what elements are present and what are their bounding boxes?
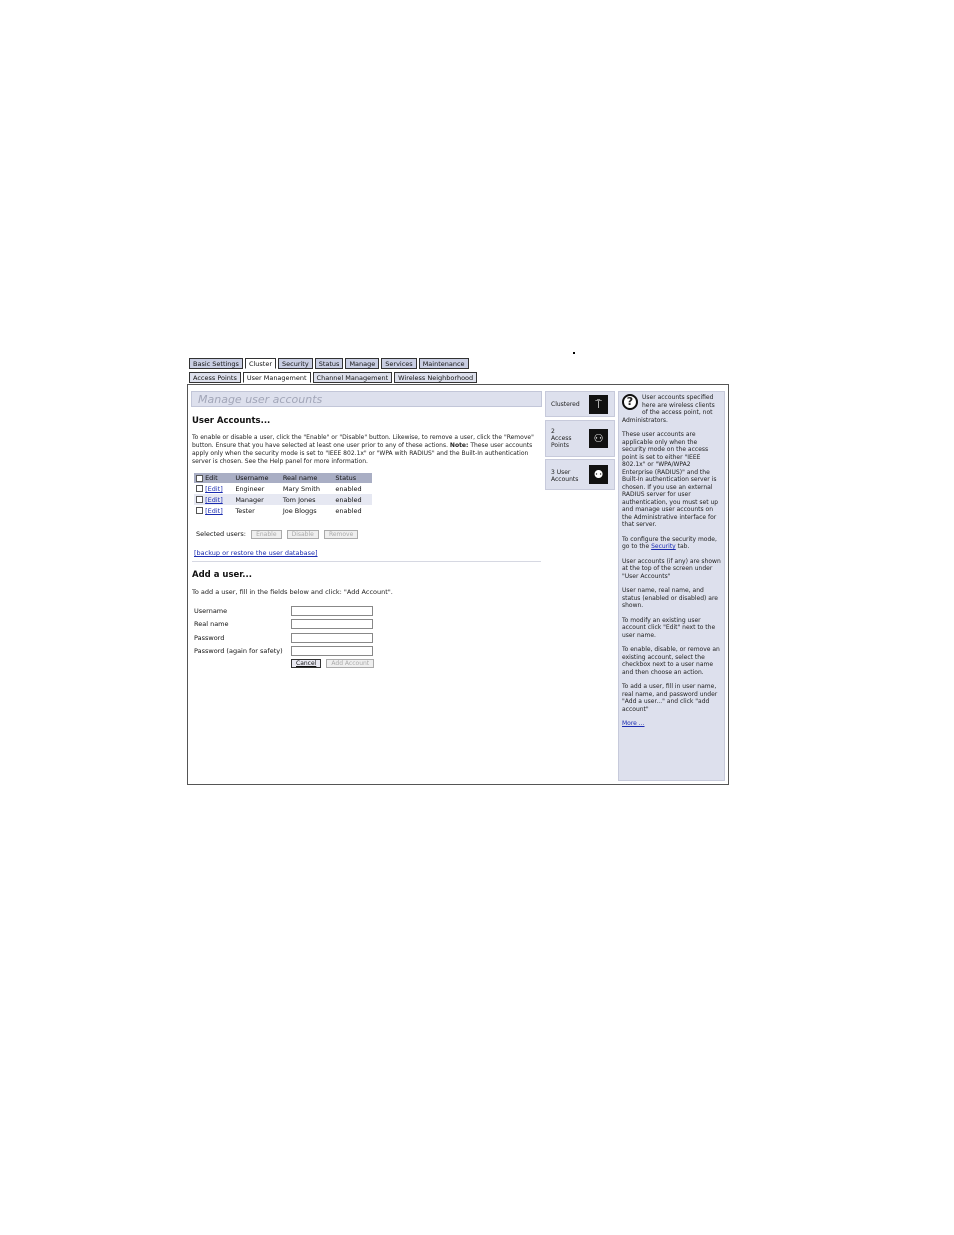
username-cell: Manager bbox=[233, 494, 281, 505]
help-p2: These user accounts are applicable only … bbox=[622, 431, 719, 528]
username-label: Username bbox=[194, 606, 228, 615]
tab-services[interactable]: Services bbox=[381, 358, 417, 369]
antenna-icon: ⍑ bbox=[589, 395, 608, 414]
edit-link[interactable]: [Edit] bbox=[205, 496, 223, 504]
status-cell: enabled bbox=[333, 494, 372, 505]
username-input[interactable] bbox=[291, 605, 373, 616]
main-tabs: Basic Settings Cluster Security Status M… bbox=[189, 358, 469, 369]
password-label: Password bbox=[194, 633, 225, 642]
table-row: [Edit] Tester Joe Bloggs enabled bbox=[194, 505, 372, 516]
col-status: Status bbox=[333, 473, 372, 483]
tab-manage[interactable]: Manage bbox=[345, 358, 380, 369]
realname-cell: Tom Jones bbox=[280, 494, 334, 505]
form-actions: Cancel Add Account bbox=[289, 659, 375, 668]
password-input[interactable] bbox=[291, 632, 373, 643]
tab-basic-settings[interactable]: Basic Settings bbox=[189, 358, 243, 369]
select-all-header[interactable]: Edit bbox=[194, 473, 234, 483]
help-question-icon: ? bbox=[622, 394, 638, 410]
stray-dot bbox=[573, 352, 575, 354]
help-p6: To modify an existing user account click… bbox=[622, 616, 716, 639]
row-select-cell: [Edit] bbox=[194, 505, 233, 516]
help-p5: User name, real name, and status (enable… bbox=[622, 587, 718, 609]
row-select-cell: [Edit] bbox=[194, 483, 233, 494]
row-checkbox[interactable] bbox=[196, 507, 203, 514]
help-p7: To enable, disable, or remove an existin… bbox=[622, 646, 720, 676]
table-row: [Edit] Engineer Mary Smith enabled bbox=[194, 483, 372, 494]
form-row-password: Password bbox=[194, 631, 374, 645]
form-row-realname: Real name bbox=[194, 618, 374, 632]
selected-users-label: Selected users: bbox=[196, 530, 246, 538]
page-title: Manage user accounts bbox=[191, 391, 542, 407]
form-row-password-confirm: Password (again for safety) bbox=[194, 645, 374, 659]
tab-security[interactable]: Security bbox=[278, 358, 313, 369]
access-points-label: 2 Access Points bbox=[551, 428, 572, 449]
table-row: [Edit] Manager Tom Jones enabled bbox=[194, 494, 372, 505]
tab-cluster[interactable]: Cluster bbox=[244, 358, 277, 369]
subtab-access-points[interactable]: Access Points bbox=[189, 372, 241, 383]
help-more-link[interactable]: More ... bbox=[622, 720, 721, 728]
row-checkbox[interactable] bbox=[196, 496, 203, 503]
row-checkbox[interactable] bbox=[196, 485, 203, 492]
select-all-checkbox[interactable] bbox=[196, 474, 203, 482]
status-user-accounts[interactable]: 3 User Accounts ⚉ bbox=[545, 459, 615, 490]
help-intro: ? User accounts specified here are wirele… bbox=[622, 394, 721, 424]
help-p4: User accounts (if any) are shown at the … bbox=[622, 557, 721, 580]
col-edit: Edit bbox=[205, 474, 218, 482]
col-realname: Real name bbox=[280, 473, 334, 483]
add-user-intro: To add a user, fill in the fields below … bbox=[192, 588, 393, 596]
subtab-channel-management[interactable]: Channel Management bbox=[312, 372, 393, 383]
help-p8: To add a user, fill in user name, real n… bbox=[622, 683, 718, 713]
subtab-wireless-neighborhood[interactable]: Wireless Neighborhood bbox=[394, 372, 478, 383]
clustered-label: Clustered bbox=[551, 401, 580, 408]
password-confirm-label: Password (again for safety) bbox=[194, 647, 283, 656]
security-tab-link[interactable]: Security bbox=[651, 543, 676, 550]
help-p3-end: tab. bbox=[677, 543, 690, 550]
access-points-icon: ⚇ bbox=[589, 429, 608, 448]
status-access-points[interactable]: 2 Access Points ⚇ bbox=[545, 420, 615, 457]
user-accounts-label: 3 User Accounts bbox=[551, 469, 579, 483]
subtab-user-management[interactable]: User Management bbox=[242, 372, 311, 383]
selected-users-row: Selected users: Enable Disable Remove bbox=[196, 530, 359, 539]
add-user-heading: Add a user... bbox=[192, 570, 252, 580]
enable-button[interactable]: Enable bbox=[251, 530, 282, 539]
realname-cell: Mary Smith bbox=[282, 484, 320, 493]
tab-status[interactable]: Status bbox=[314, 358, 344, 369]
user-table: Edit Username Real name Status [Edit] En… bbox=[194, 473, 372, 516]
status-clustered[interactable]: Clustered ⍑ bbox=[545, 391, 615, 417]
realname-input[interactable] bbox=[291, 619, 373, 630]
help-p3: To configure the security mode, go to th… bbox=[622, 536, 721, 551]
realname-cell: Joe Bloggs bbox=[282, 506, 317, 515]
edit-link[interactable]: [Edit] bbox=[205, 485, 223, 493]
main-panel: Manage user accounts User Accounts... To… bbox=[191, 391, 542, 668]
users-icon: ⚉ bbox=[589, 465, 608, 484]
sub-tabs: Access Points User Management Channel Ma… bbox=[189, 372, 478, 383]
help-panel: ? User accounts specified here are wirele… bbox=[618, 391, 725, 781]
tab-maintenance[interactable]: Maintenance bbox=[418, 358, 469, 369]
password-confirm-input[interactable] bbox=[291, 646, 373, 657]
add-user-form: Username Real name Password Password (ag… bbox=[194, 604, 375, 668]
table-header: Edit Username Real name Status bbox=[194, 473, 372, 483]
edit-link[interactable]: [Edit] bbox=[205, 507, 223, 515]
add-account-button[interactable]: Add Account bbox=[326, 659, 375, 668]
username-cell: Tester bbox=[235, 506, 255, 515]
form-row-username: Username bbox=[194, 604, 374, 618]
username-cell: Engineer bbox=[235, 484, 265, 493]
row-select-cell: [Edit] bbox=[194, 494, 234, 505]
status-cell: enabled bbox=[335, 506, 362, 515]
realname-label: Real name bbox=[194, 620, 229, 629]
user-accounts-intro: To enable or disable a user, click the "… bbox=[192, 434, 540, 466]
status-cell: enabled bbox=[335, 484, 362, 493]
disable-button[interactable]: Disable bbox=[286, 530, 319, 539]
remove-button[interactable]: Remove bbox=[323, 530, 359, 539]
cancel-button[interactable]: Cancel bbox=[291, 659, 322, 668]
user-accounts-heading: User Accounts... bbox=[192, 416, 271, 426]
col-username: Username bbox=[233, 473, 281, 483]
note-label: Note: bbox=[449, 442, 469, 449]
backup-restore-link[interactable]: [backup or restore the user database] bbox=[194, 549, 318, 557]
section-divider bbox=[192, 561, 541, 562]
